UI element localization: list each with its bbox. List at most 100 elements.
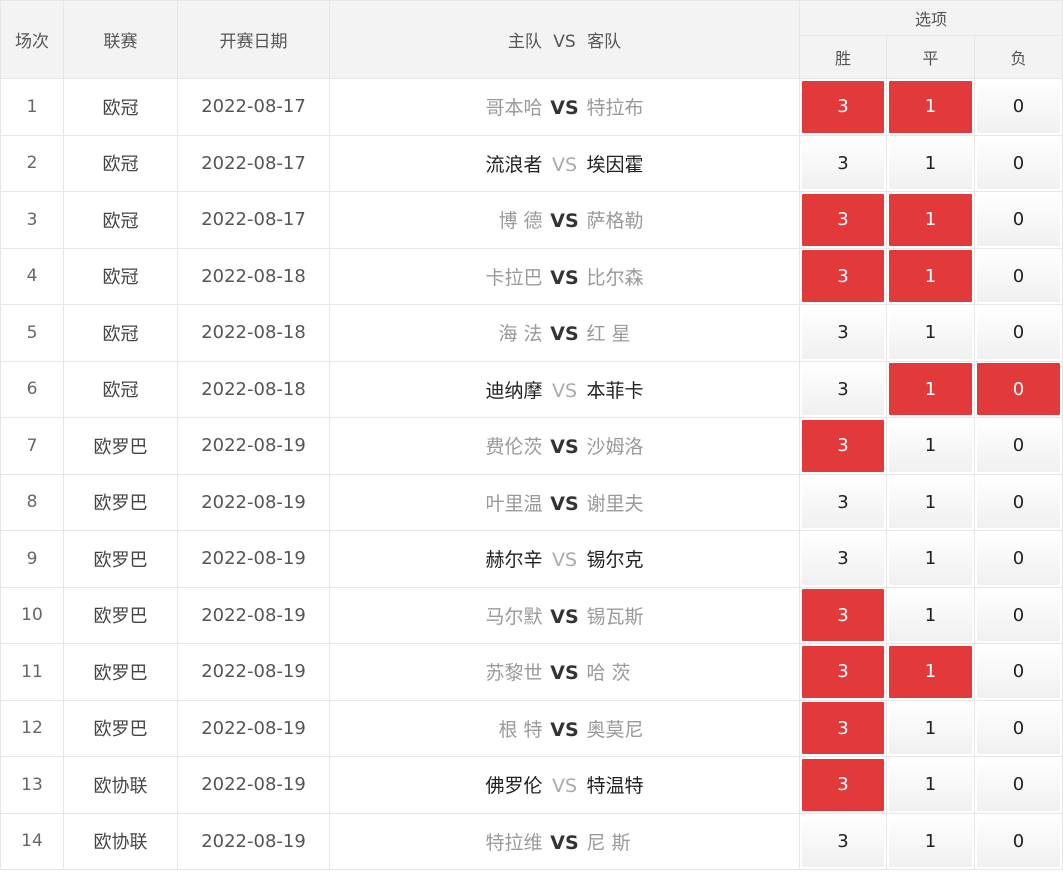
match-date: 2022-08-19 bbox=[177, 812, 330, 870]
option-cell-win: 3 bbox=[799, 134, 887, 192]
option-cell-lose: 0 bbox=[973, 473, 1063, 531]
option-cell-draw: 1 bbox=[886, 360, 975, 418]
option-draw-button[interactable]: 1 bbox=[889, 363, 972, 416]
match-teams: 博 德 VS 萨格勒 bbox=[329, 191, 800, 249]
option-lose-button[interactable]: 0 bbox=[977, 306, 1061, 359]
option-win-button[interactable]: 3 bbox=[802, 137, 884, 190]
option-draw-button[interactable]: 1 bbox=[889, 419, 972, 472]
option-lose-button[interactable]: 0 bbox=[977, 137, 1061, 190]
away-team: 本菲卡 bbox=[586, 379, 644, 402]
league-name: 欧协联 bbox=[63, 812, 178, 870]
option-win-button[interactable]: 3 bbox=[802, 80, 884, 133]
table-row: 12 欧罗巴 2022-08-19 根 特 VS 奥莫尼 3 1 0 bbox=[0, 699, 1063, 757]
league-name: 欧冠 bbox=[63, 191, 178, 249]
option-win-button[interactable]: 3 bbox=[802, 476, 884, 529]
option-draw-button[interactable]: 1 bbox=[889, 80, 972, 133]
option-draw-button[interactable]: 1 bbox=[889, 758, 972, 811]
away-team: 特温特 bbox=[586, 775, 644, 798]
option-draw-button[interactable]: 1 bbox=[889, 815, 972, 868]
home-team: 流浪者 bbox=[485, 153, 543, 176]
option-lose-button[interactable]: 0 bbox=[977, 476, 1061, 529]
league-name: 欧协联 bbox=[63, 756, 178, 814]
table-row: 1 欧冠 2022-08-17 哥本哈 VS 特拉布 3 1 0 bbox=[0, 78, 1063, 136]
match-teams: 卡拉巴 VS 比尔森 bbox=[329, 247, 800, 305]
home-team: 迪纳摩 bbox=[485, 379, 543, 402]
option-win-button[interactable]: 3 bbox=[802, 589, 884, 642]
option-draw-button[interactable]: 1 bbox=[889, 306, 972, 359]
option-cell-lose: 0 bbox=[973, 78, 1063, 136]
option-draw-button[interactable]: 1 bbox=[889, 193, 972, 246]
option-lose-button[interactable]: 0 bbox=[977, 815, 1061, 868]
option-cell-draw: 1 bbox=[886, 191, 975, 249]
option-win-button[interactable]: 3 bbox=[802, 363, 884, 416]
round-number: 2 bbox=[0, 134, 64, 192]
option-draw-button[interactable]: 1 bbox=[889, 532, 972, 585]
option-cell-win: 3 bbox=[799, 473, 887, 531]
option-win-button[interactable]: 3 bbox=[802, 193, 884, 246]
option-lose-button[interactable]: 0 bbox=[977, 589, 1061, 642]
option-win-button[interactable]: 3 bbox=[802, 815, 884, 868]
match-date: 2022-08-17 bbox=[177, 78, 330, 136]
round-number: 8 bbox=[0, 473, 64, 531]
match-date: 2022-08-19 bbox=[177, 417, 330, 475]
option-cell-draw: 1 bbox=[886, 530, 975, 588]
vs-label: VS bbox=[550, 210, 579, 233]
option-draw-button[interactable]: 1 bbox=[889, 702, 972, 755]
option-win-button[interactable]: 3 bbox=[802, 645, 884, 698]
option-draw-button[interactable]: 1 bbox=[889, 137, 972, 190]
round-number: 11 bbox=[0, 643, 64, 701]
home-team: 费伦茨 bbox=[485, 436, 543, 459]
round-number: 9 bbox=[0, 530, 64, 588]
home-team: 海 法 bbox=[498, 323, 543, 346]
option-lose-button[interactable]: 0 bbox=[977, 419, 1061, 472]
option-cell-lose: 0 bbox=[973, 586, 1063, 644]
option-cell-win: 3 bbox=[799, 417, 887, 475]
away-team: 埃因霍 bbox=[586, 153, 644, 176]
round-number: 10 bbox=[0, 586, 64, 644]
header-vs: VS bbox=[553, 32, 576, 52]
table-row: 14 欧协联 2022-08-19 特拉维 VS 尼 斯 3 1 0 bbox=[0, 812, 1063, 870]
table-row: 5 欧冠 2022-08-18 海 法 VS 红 星 3 1 0 bbox=[0, 304, 1063, 362]
header-win: 胜 bbox=[799, 35, 887, 79]
match-teams: 根 特 VS 奥莫尼 bbox=[329, 699, 800, 757]
option-lose-button[interactable]: 0 bbox=[977, 193, 1061, 246]
option-win-button[interactable]: 3 bbox=[802, 532, 884, 585]
option-win-button[interactable]: 3 bbox=[802, 419, 884, 472]
league-name: 欧罗巴 bbox=[63, 643, 178, 701]
match-date: 2022-08-19 bbox=[177, 530, 330, 588]
option-cell-win: 3 bbox=[799, 812, 887, 870]
option-draw-button[interactable]: 1 bbox=[889, 645, 972, 698]
option-lose-button[interactable]: 0 bbox=[977, 363, 1061, 416]
league-name: 欧罗巴 bbox=[63, 473, 178, 531]
option-draw-button[interactable]: 1 bbox=[889, 589, 972, 642]
match-teams: 佛罗伦 VS 特温特 bbox=[329, 756, 800, 814]
option-win-button[interactable]: 3 bbox=[802, 758, 884, 811]
option-lose-button[interactable]: 0 bbox=[977, 645, 1061, 698]
option-draw-button[interactable]: 1 bbox=[889, 250, 972, 303]
option-lose-button[interactable]: 0 bbox=[977, 702, 1061, 755]
option-lose-button[interactable]: 0 bbox=[977, 758, 1061, 811]
option-lose-button[interactable]: 0 bbox=[977, 250, 1061, 303]
option-win-button[interactable]: 3 bbox=[802, 306, 884, 359]
away-team: 红 星 bbox=[586, 323, 631, 346]
option-lose-button[interactable]: 0 bbox=[977, 532, 1061, 585]
match-teams: 特拉维 VS 尼 斯 bbox=[329, 812, 800, 870]
option-win-button[interactable]: 3 bbox=[802, 702, 884, 755]
option-cell-draw: 1 bbox=[886, 586, 975, 644]
league-name: 欧冠 bbox=[63, 247, 178, 305]
match-date: 2022-08-18 bbox=[177, 247, 330, 305]
option-cell-draw: 1 bbox=[886, 643, 975, 701]
away-team: 谢里夫 bbox=[586, 492, 644, 515]
home-team: 佛罗伦 bbox=[485, 775, 543, 798]
option-lose-button[interactable]: 0 bbox=[977, 80, 1061, 133]
option-cell-lose: 0 bbox=[973, 304, 1063, 362]
table-row: 10 欧罗巴 2022-08-19 马尔默 VS 锡瓦斯 3 1 0 bbox=[0, 586, 1063, 644]
header-lose: 负 bbox=[973, 35, 1063, 79]
option-draw-button[interactable]: 1 bbox=[889, 476, 972, 529]
header-league: 联赛 bbox=[63, 0, 178, 79]
match-date: 2022-08-19 bbox=[177, 473, 330, 531]
table-row: 13 欧协联 2022-08-19 佛罗伦 VS 特温特 3 1 0 bbox=[0, 756, 1063, 814]
vs-label: VS bbox=[550, 492, 579, 515]
option-win-button[interactable]: 3 bbox=[802, 250, 884, 303]
away-team: 哈 茨 bbox=[586, 662, 631, 685]
